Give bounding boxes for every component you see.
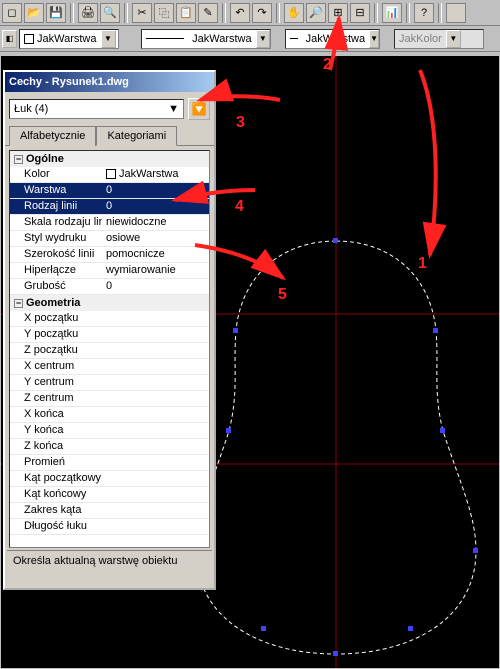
chevron-down-icon[interactable]: ▼ — [369, 30, 379, 48]
prop-katkoncowy[interactable]: Kąt końcowy — [10, 487, 209, 503]
prop-szerokosc[interactable]: Szerokość liniipomocnicze — [10, 247, 209, 263]
chevron-down-icon[interactable]: ▼ — [256, 30, 270, 48]
pan-icon[interactable]: ✋ — [284, 3, 304, 23]
match-icon[interactable]: ✎ — [198, 3, 218, 23]
chevron-down-icon[interactable]: ▼ — [101, 30, 116, 48]
prop-zakreskata[interactable]: Zakres kąta — [10, 503, 209, 519]
property-grid[interactable]: −Ogólne KolorJakWarstwa Warstwa0 Rodzaj … — [9, 150, 210, 548]
category-general[interactable]: −Ogólne — [10, 151, 209, 167]
prop-skala[interactable]: Skala rodzaju liniiniewidoczne — [10, 215, 209, 231]
blank-icon[interactable] — [446, 3, 466, 23]
category-geometry[interactable]: −Geometria — [10, 295, 209, 311]
prop-katpoczatkowy[interactable]: Kąt początkowy — [10, 471, 209, 487]
prop-xkonca[interactable]: X końca — [10, 407, 209, 423]
undo-icon[interactable]: ↶ — [230, 3, 250, 23]
prop-styl[interactable]: Styl wydrukuosiowe — [10, 231, 209, 247]
prop-xcentrum[interactable]: X centrum — [10, 359, 209, 375]
prop-ykonca[interactable]: Y końca — [10, 423, 209, 439]
help-icon[interactable]: ? — [414, 3, 434, 23]
save-icon[interactable]: 💾 — [46, 3, 66, 23]
plotstyle-dropdown[interactable]: JakKolor ▼ — [394, 29, 484, 49]
copy-icon[interactable]: ⿻ — [154, 3, 174, 23]
prop-promien[interactable]: Promień — [10, 455, 209, 471]
print-icon[interactable]: 🖨 — [78, 3, 98, 23]
cut-icon[interactable]: ✂ — [132, 3, 152, 23]
plotstyle-label: JakKolor — [395, 32, 446, 46]
prop-zpoczatku[interactable]: Z początku — [10, 343, 209, 359]
prop-hiperlacze[interactable]: Hiperłączewymiarowanie — [10, 263, 209, 279]
quick-select-button[interactable]: 🔽 — [188, 98, 210, 120]
prop-grubosc[interactable]: Grubość0 — [10, 279, 209, 295]
layer-swatch-icon[interactable]: ◧ — [2, 30, 17, 48]
prop-warstwa[interactable]: Warstwa0 — [10, 183, 209, 199]
tab-kategoriami[interactable]: Kategoriami — [96, 126, 177, 146]
zoom-prev-icon[interactable]: ⊟ — [350, 3, 370, 23]
object-select[interactable]: Łuk (4) ▼ — [9, 99, 184, 119]
prop-rodzajlinii[interactable]: Rodzaj linii0 — [10, 199, 209, 215]
linetype-dropdown[interactable]: JakWarstwa ▼ — [141, 29, 271, 49]
prop-zcentrum[interactable]: Z centrum — [10, 391, 209, 407]
prop-xpoczatku[interactable]: X początku — [10, 311, 209, 327]
tab-alfabetycznie[interactable]: Alfabetycznie — [9, 126, 96, 146]
lineweight-dropdown[interactable]: JakWarstwa ▼ — [285, 29, 380, 49]
properties-icon[interactable]: 📊 — [382, 3, 402, 23]
new-icon[interactable]: ◻ — [2, 3, 22, 23]
tabs: Alfabetycznie Kategoriami — [5, 126, 214, 146]
properties-panel: Cechy - Rysunek1.dwg Łuk (4) ▼ 🔽 Alfabet… — [3, 70, 216, 590]
prop-zkonca[interactable]: Z końca — [10, 439, 209, 455]
preview-icon[interactable]: 🔍 — [100, 3, 120, 23]
lineweight-label: JakWarstwa — [302, 32, 370, 46]
chevron-down-icon[interactable]: ▼ — [168, 103, 179, 115]
toolbar-properties: ◧ JakWarstwa ▼ JakWarstwa ▼ JakWarstwa ▼… — [0, 26, 500, 52]
layer-color-label: JakWarstwa — [20, 32, 101, 46]
paste-icon[interactable]: 📋 — [176, 3, 196, 23]
toolbar-main: ◻ 📂 💾 🖨 🔍 ✂ ⿻ 📋 ✎ ↶ ↷ ✋ 🔎 ⊞ ⊟ 📊 ? — [0, 0, 500, 26]
linetype-label: JakWarstwa — [188, 32, 256, 46]
zoom-realtime-icon[interactable]: 🔎 — [306, 3, 326, 23]
prop-ypoczatku[interactable]: Y początku — [10, 327, 209, 343]
prop-ycentrum[interactable]: Y centrum — [10, 375, 209, 391]
prop-dlugoscluku[interactable]: Długość łuku — [10, 519, 209, 535]
redo-icon[interactable]: ↷ — [252, 3, 272, 23]
prop-kolor[interactable]: KolorJakWarstwa — [10, 167, 209, 183]
chevron-down-icon[interactable]: ▼ — [446, 30, 461, 48]
zoom-window-icon[interactable]: ⊞ — [328, 3, 348, 23]
description-bar: Określa aktualną warstwę obiektu — [7, 550, 212, 586]
layer-dropdown[interactable]: JakWarstwa ▼ — [19, 29, 119, 49]
panel-title: Cechy - Rysunek1.dwg — [5, 72, 214, 92]
open-icon[interactable]: 📂 — [24, 3, 44, 23]
